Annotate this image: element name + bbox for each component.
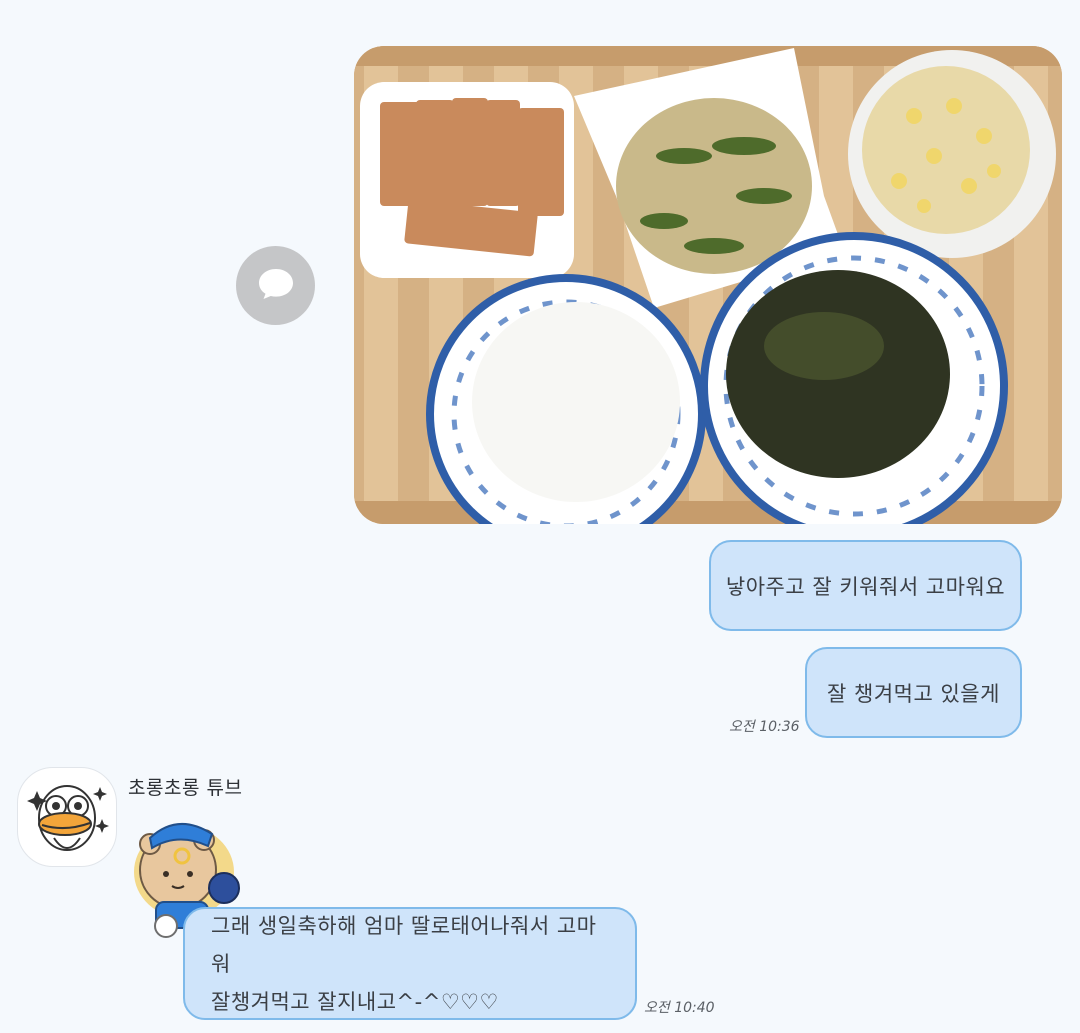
sender-avatar[interactable] xyxy=(17,767,117,867)
sender-name: 초롱초롱 튜브 xyxy=(128,777,243,799)
outgoing-message-bubble[interactable]: 잘 챙겨먹고 있을게 xyxy=(805,647,1022,738)
duck-avatar-icon xyxy=(18,785,116,866)
meal-photo[interactable] xyxy=(354,46,1062,524)
speech-bubble-icon xyxy=(257,267,295,305)
share-button[interactable] xyxy=(236,246,315,325)
incoming-message-bubble[interactable]: 그래 생일축하해 엄마 딸로태어나줘서 고마워 잘챙겨먹고 잘지내고^-^♡♡♡ xyxy=(183,907,637,1020)
message-timestamp: 오전 10:36 xyxy=(729,719,800,735)
message-timestamp: 오전 10:40 xyxy=(644,1000,715,1016)
outgoing-message-bubble[interactable]: 낳아주고 잘 키워줘서 고마워요 xyxy=(709,540,1022,631)
message-text-line: 그래 생일축하해 엄마 딸로태어나줘서 고마워 xyxy=(211,913,597,976)
message-text: 잘 챙겨먹고 있을게 xyxy=(827,681,1000,706)
message-text-line: 잘챙겨먹고 잘지내고^-^♡♡♡ xyxy=(211,989,499,1014)
message-text: 낳아주고 잘 키워줘서 고마워요 xyxy=(725,574,1006,599)
